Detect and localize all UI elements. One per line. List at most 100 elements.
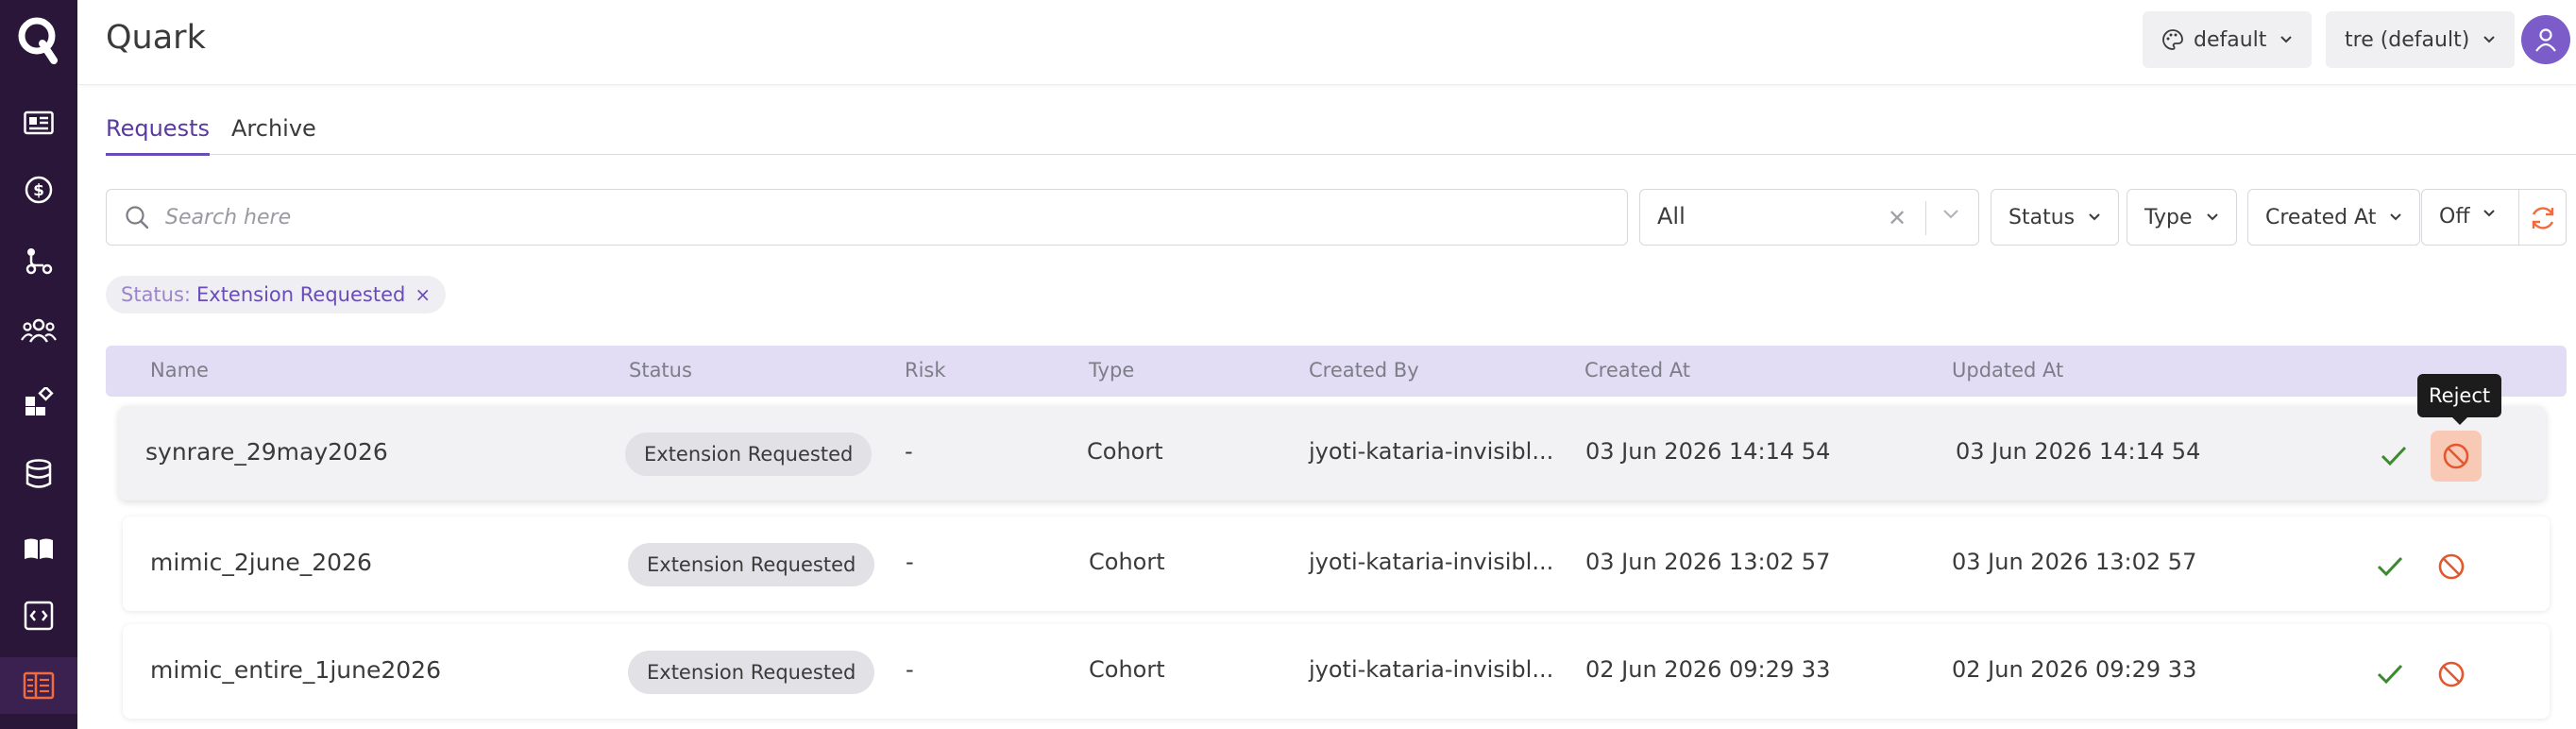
sidebar-item-users[interactable] xyxy=(0,302,77,359)
sidebar-item-requests[interactable] xyxy=(0,657,77,714)
column-header-status[interactable]: Status xyxy=(629,359,692,381)
row-created-at: 02 Jun 2026 09:29 33 xyxy=(1585,656,1831,683)
column-header-updated-at[interactable]: Updated At xyxy=(1952,359,2063,381)
search-input[interactable]: Search here xyxy=(106,189,1628,246)
column-header-name[interactable]: Name xyxy=(150,359,209,381)
sidebar-item-data[interactable] xyxy=(0,446,77,502)
database-icon xyxy=(25,459,52,488)
row-risk: - xyxy=(906,549,914,575)
chevron-down-icon xyxy=(2206,213,2218,221)
type-filter-button[interactable]: Type xyxy=(2127,189,2237,246)
sidebar-item-billing[interactable]: $ xyxy=(0,161,77,218)
tab-archive[interactable]: Archive xyxy=(231,115,316,153)
row-updated-at: 02 Jun 2026 09:29 33 xyxy=(1952,656,2197,683)
table-header: Name Status Risk Type Created By Created… xyxy=(106,346,2567,397)
select-divider xyxy=(1925,201,1926,235)
row-created-by: jyoti-kataria-invisibl... xyxy=(1309,549,1554,575)
user-avatar[interactable] xyxy=(2521,15,2570,64)
row-updated-at: 03 Jun 2026 13:02 57 xyxy=(1952,549,2197,575)
tab-requests[interactable]: Requests xyxy=(106,115,210,156)
created-at-filter-label: Created At xyxy=(2265,205,2377,229)
block-icon xyxy=(2438,661,2465,687)
column-header-created-at[interactable]: Created At xyxy=(1585,359,1690,381)
chevron-down-icon xyxy=(2483,36,2496,43)
chip-key: Status: xyxy=(121,283,191,306)
sidebar-item-apps[interactable] xyxy=(0,374,77,431)
quark-logo[interactable] xyxy=(0,8,77,72)
refresh-divider xyxy=(2518,190,2519,245)
active-filter-chip: Status: Extension Requested × xyxy=(106,276,447,314)
reject-button[interactable] xyxy=(2431,431,2482,482)
check-icon xyxy=(2381,446,2407,466)
status-badge: Extension Requested xyxy=(625,432,873,476)
dollar-circle-icon: $ xyxy=(25,176,53,204)
chevron-down-icon[interactable] xyxy=(2483,209,2496,218)
theme-label: default xyxy=(2194,27,2267,52)
sidebar-item-workflows[interactable] xyxy=(0,232,77,289)
q-logo-icon xyxy=(18,17,58,64)
row-name: synrare_29may2026 xyxy=(145,438,388,466)
column-header-created-by[interactable]: Created By xyxy=(1309,359,1419,381)
request-list-icon xyxy=(23,671,55,700)
apps-grid-icon xyxy=(25,387,54,415)
book-open-icon xyxy=(25,538,53,559)
block-icon xyxy=(2443,443,2469,469)
search-icon xyxy=(126,206,149,229)
scope-value: All xyxy=(1657,203,1686,229)
check-icon xyxy=(2377,664,2403,685)
news-card-icon xyxy=(24,110,54,135)
row-name: mimic_entire_1june2026 xyxy=(150,656,441,684)
scope-select[interactable]: All ✕ xyxy=(1639,189,1979,246)
row-risk: - xyxy=(905,438,913,465)
reject-tooltip: Reject xyxy=(2417,374,2502,425)
column-header-risk[interactable]: Risk xyxy=(905,359,946,381)
status-filter-label: Status xyxy=(2008,205,2076,229)
chip-value: Extension Requested xyxy=(196,283,406,306)
code-brackets-icon xyxy=(24,601,54,631)
palette-icon xyxy=(2162,29,2183,50)
auto-refresh-control: Off xyxy=(2421,189,2567,246)
svg-text:$: $ xyxy=(33,181,44,200)
reject-button[interactable] xyxy=(2426,541,2477,592)
clear-icon[interactable]: ✕ xyxy=(1888,205,1907,231)
approve-button[interactable] xyxy=(2364,541,2415,592)
chip-remove-icon[interactable]: × xyxy=(415,283,431,306)
tab-bar: Requests Archive xyxy=(106,111,2576,156)
status-badge: Extension Requested xyxy=(628,543,875,586)
row-name: mimic_2june_2026 xyxy=(150,549,372,576)
row-updated-at: 03 Jun 2026 14:14 54 xyxy=(1956,438,2201,465)
approve-button[interactable] xyxy=(2368,431,2419,482)
sidebar-item-news[interactable] xyxy=(0,94,77,151)
row-created-by: jyoti-kataria-invisibl... xyxy=(1309,656,1554,683)
search-placeholder: Search here xyxy=(165,205,292,229)
column-header-type[interactable]: Type xyxy=(1089,359,1134,381)
auto-refresh-label[interactable]: Off xyxy=(2439,205,2469,229)
workspace-dropdown[interactable]: tre (default) xyxy=(2326,11,2516,68)
row-created-at: 03 Jun 2026 13:02 57 xyxy=(1585,549,1831,575)
status-filter-button[interactable]: Status xyxy=(1991,189,2120,246)
table-row[interactable]: mimic_2june_2026 Extension Requested - C… xyxy=(123,517,2550,611)
created-at-filter-button[interactable]: Created At xyxy=(2247,189,2421,246)
row-type: Cohort xyxy=(1089,549,1165,575)
chevron-down-icon xyxy=(2280,36,2293,43)
user-icon xyxy=(2535,28,2556,52)
table-row[interactable]: mimic_entire_1june2026 Extension Request… xyxy=(123,624,2550,719)
sidebar-item-code[interactable] xyxy=(0,587,77,644)
reject-button[interactable] xyxy=(2426,649,2477,700)
page-title: Quark xyxy=(106,19,206,57)
chevron-down-icon xyxy=(2390,213,2402,221)
workflow-nodes-icon xyxy=(25,248,53,275)
top-header: Quark default tre (default) xyxy=(77,0,2576,85)
row-risk: - xyxy=(906,656,914,683)
refresh-icon[interactable] xyxy=(2528,203,2558,233)
chevron-down-icon[interactable] xyxy=(1942,209,1959,220)
check-icon xyxy=(2377,556,2403,577)
row-type: Cohort xyxy=(1087,438,1163,465)
row-created-by: jyoti-kataria-invisibl... xyxy=(1309,438,1554,465)
approve-button[interactable] xyxy=(2364,649,2415,700)
theme-dropdown[interactable]: default xyxy=(2143,11,2313,68)
status-badge: Extension Requested xyxy=(628,651,875,694)
sidebar-item-docs[interactable] xyxy=(0,519,77,576)
chevron-down-icon xyxy=(2089,213,2100,221)
table-row[interactable]: synrare_29may2026 Extension Requested - … xyxy=(119,406,2546,500)
